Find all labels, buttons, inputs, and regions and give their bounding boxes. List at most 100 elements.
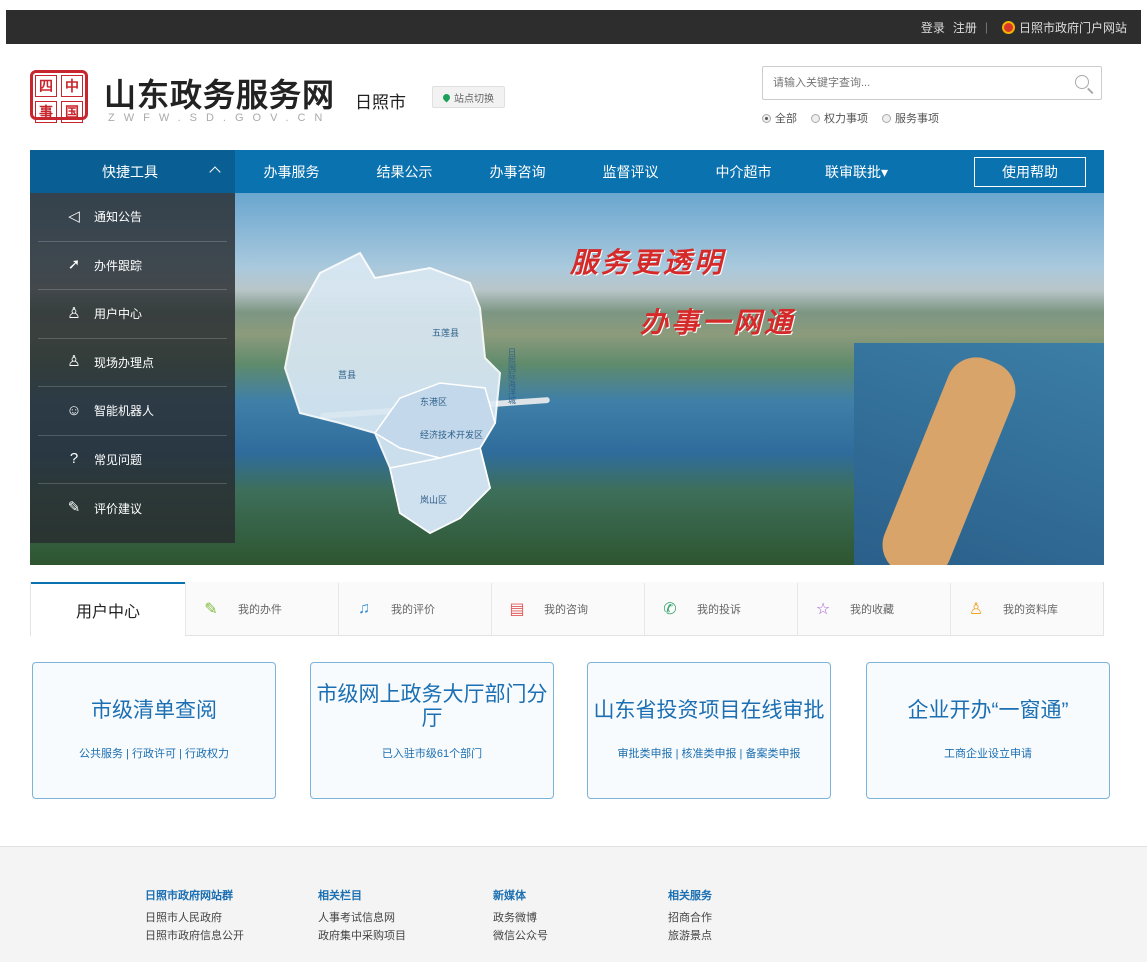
side-item-user-center[interactable]: ♙ 用户中心	[38, 290, 227, 339]
side-item-label: 办件跟踪	[94, 258, 143, 273]
tab-my-complaints[interactable]: ✆ 我的投诉	[644, 583, 797, 635]
help-button[interactable]: 使用帮助	[974, 157, 1086, 187]
footer-column: 相关服务 招商合作 旅游景点	[668, 887, 712, 945]
footer-link[interactable]: 微信公众号	[493, 927, 548, 945]
phone-icon: ✆	[663, 601, 677, 618]
card-subtitle: 公共服务 | 行政许可 | 行政权力	[79, 748, 229, 760]
user-center-title[interactable]: 用户中心	[31, 582, 185, 636]
bell-icon: ♫	[358, 600, 370, 617]
side-item-service-points[interactable]: ♙ 现场办理点	[38, 339, 227, 387]
caret-down-icon: ▾	[880, 163, 889, 180]
top-separator: |	[984, 20, 988, 34]
location-pin-icon	[441, 92, 452, 102]
robot-icon: ☺	[66, 401, 82, 419]
tab-my-library[interactable]: ♙ 我的资料库	[950, 583, 1103, 635]
nav-item-supervision[interactable]: 监督评议	[574, 162, 687, 182]
card-subtitle: 审批类申报 | 核准类申报 | 备案类申报	[617, 748, 801, 760]
scope-label: 权力事项	[824, 113, 868, 125]
banner-slogan-2: 办事一网通	[640, 306, 796, 339]
quick-tools-toggle[interactable]: 快捷工具	[30, 150, 235, 193]
city-map: 莒县 五莲县 东港区 经济技术开发区 岚山区 日照国际海洋城	[283, 251, 517, 535]
search-scope-group: 全部 权力事项 服务事项	[762, 110, 953, 126]
footer-link[interactable]: 政府集中采购项目	[318, 927, 406, 945]
side-item-notices[interactable]: ◁ 通知公告	[38, 193, 227, 242]
site-switch-label: 站点切换	[454, 93, 494, 105]
register-link[interactable]: 注册	[953, 19, 977, 36]
nav-item-consult[interactable]: 办事咨询	[461, 162, 574, 182]
nav-item-joint-review[interactable]: 联审联批▾	[800, 162, 913, 182]
side-item-tracking[interactable]: ➚ 办件跟踪	[38, 242, 227, 290]
login-link[interactable]: 登录	[921, 19, 945, 36]
tab-label: 我的评价	[391, 604, 435, 616]
map-label: 五莲县	[432, 327, 459, 338]
edit-icon: ✎	[67, 499, 81, 517]
radio-icon	[882, 113, 891, 123]
scope-label: 全部	[775, 113, 797, 125]
star-icon: ☆	[815, 601, 831, 618]
map-label: 岚山区	[420, 495, 447, 505]
footer-column: 新媒体 政务微博 微信公众号	[493, 887, 548, 945]
quick-tools-label: 快捷工具	[102, 163, 158, 180]
map-label: 东港区	[420, 396, 447, 407]
tab-my-cases[interactable]: ✎ 我的办件	[185, 583, 338, 635]
side-item-feedback[interactable]: ✎ 评价建议	[38, 484, 227, 533]
location-user-icon: ♙	[67, 353, 81, 371]
map-label: 日照国际海洋城	[508, 348, 517, 405]
nav-item-agency[interactable]: 中介超市	[687, 162, 800, 182]
logo-char: 四	[35, 75, 57, 97]
search-icon[interactable]	[1075, 75, 1089, 89]
card-city-list[interactable]: 市级清单查阅 公共服务 | 行政许可 | 行政权力	[32, 662, 276, 799]
footer-column: 相关栏目 人事考试信息网 政府集中采购项目	[318, 887, 406, 945]
side-item-label: 评价建议	[94, 501, 143, 516]
card-business-setup[interactable]: 企业开办“一窗通” 工商企业设立申请	[866, 662, 1110, 799]
user-icon: ♙	[67, 304, 81, 322]
footer-link[interactable]: 日照市人民政府	[145, 909, 244, 927]
send-icon: ➚	[67, 256, 81, 274]
footer-link[interactable]: 日照市政府信息公开	[145, 927, 244, 945]
card-subtitle: 工商企业设立申请	[944, 748, 1032, 760]
tab-my-consults[interactable]: ▤ 我的咨询	[491, 583, 644, 635]
tab-label: 我的收藏	[850, 604, 894, 616]
side-item-label: 通知公告	[94, 210, 143, 225]
scope-power[interactable]: 权力事项	[811, 110, 868, 126]
radio-icon	[811, 113, 820, 123]
footer-link[interactable]: 招商合作	[668, 909, 712, 927]
site-domain: ZWFW.SD.GOV.CN	[108, 112, 332, 124]
site-switch-button[interactable]: 站点切换	[432, 86, 505, 108]
card-title: 山东省投资项目在线审批	[593, 699, 825, 722]
search-input[interactable]	[763, 67, 1053, 99]
map-label: 经济技术开发区	[420, 429, 483, 440]
card-investment-approval[interactable]: 山东省投资项目在线审批 审批类申报 | 核准类申报 | 备案类申报	[587, 662, 831, 799]
footer-link[interactable]: 旅游景点	[668, 927, 712, 945]
side-item-robot[interactable]: ☺ 智能机器人	[38, 387, 227, 436]
site-title[interactable]: 山东政务服务网	[104, 70, 335, 116]
quick-tools-menu: ◁ 通知公告 ➚ 办件跟踪 ♙ 用户中心 ♙ 现场办理点 ☺ 智能机器人 ? 常见问题 ✎ 评…	[30, 193, 235, 543]
portal-link[interactable]: 日照市政府门户网站	[1001, 19, 1127, 36]
side-item-faq[interactable]: ? 常见问题	[38, 436, 227, 484]
footer-link[interactable]: 人事考试信息网	[318, 909, 406, 927]
logo-seal-icon[interactable]: 四 中 事 国	[30, 70, 88, 123]
side-item-label: 常见问题	[94, 452, 143, 467]
emblem-icon	[1001, 20, 1015, 34]
city-name: 日照市	[355, 93, 406, 112]
chevron-up-icon	[209, 166, 221, 178]
side-item-label: 用户中心	[94, 307, 143, 322]
side-item-label: 现场办理点	[94, 355, 155, 370]
tab-label: 我的办件	[238, 604, 282, 616]
scope-service[interactable]: 服务事项	[882, 110, 939, 126]
tab-my-reviews[interactable]: ♫ 我的评价	[338, 583, 491, 635]
footer-link[interactable]: 政务微博	[493, 909, 548, 927]
scope-label: 服务事项	[895, 113, 939, 125]
nav-item-services[interactable]: 办事服务	[235, 162, 348, 182]
search-box	[762, 66, 1102, 100]
nav-item-results[interactable]: 结果公示	[348, 162, 461, 182]
tab-my-favorites[interactable]: ☆ 我的收藏	[797, 583, 950, 635]
top-bar: 登录 注册 | 日照市政府门户网站	[6, 10, 1141, 44]
user-center-bar: 用户中心 ✎ 我的办件 ♫ 我的评价 ▤ 我的咨询 ✆ 我的投诉 ☆ 我的收藏 ♙ 我的资料…	[30, 582, 1104, 636]
card-department-hall[interactable]: 市级网上政务大厅部门分厅 已入驻市级61个部门	[310, 662, 554, 799]
footer-column: 日照市政府网站群 日照市人民政府 日照市政府信息公开	[145, 887, 244, 945]
scope-all[interactable]: 全部	[762, 110, 797, 126]
radio-checked-icon	[762, 113, 771, 123]
profile-icon: ♙	[968, 601, 984, 618]
footer-heading: 新媒体	[493, 890, 526, 902]
